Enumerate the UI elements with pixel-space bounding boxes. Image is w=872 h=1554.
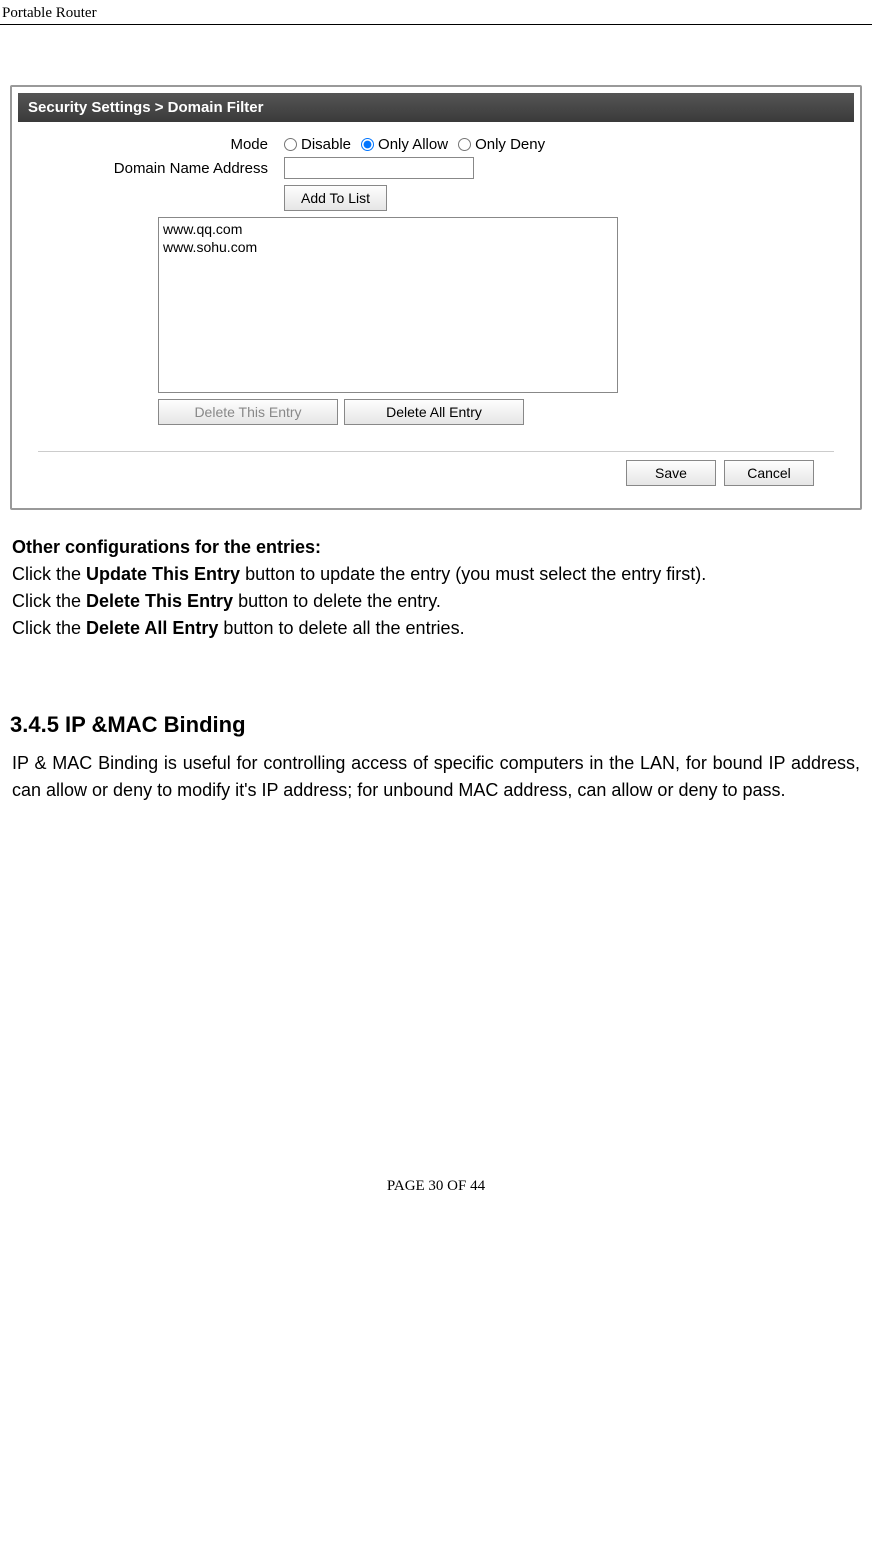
- divider: [38, 451, 834, 452]
- mode-only-deny-label: Only Deny: [475, 136, 545, 153]
- mode-only-allow-label: Only Allow: [378, 136, 448, 153]
- panel-title: Security Settings > Domain Filter: [18, 93, 854, 122]
- list-item[interactable]: www.qq.com: [163, 220, 613, 238]
- delete-this-entry-button[interactable]: Delete This Entry: [158, 399, 338, 425]
- mode-only-allow-option[interactable]: Only Allow: [361, 136, 448, 153]
- page-number: PAGE 30 OF 44: [0, 1164, 872, 1209]
- save-button[interactable]: Save: [626, 460, 716, 486]
- mode-only-deny-radio[interactable]: [458, 138, 471, 151]
- domain-label: Domain Name Address: [28, 160, 284, 177]
- cancel-button[interactable]: Cancel: [724, 460, 814, 486]
- instruction-line: Click the Delete This Entry button to de…: [12, 588, 860, 615]
- mode-disable-radio[interactable]: [284, 138, 297, 151]
- instruction-line: Click the Delete All Entry button to del…: [12, 615, 860, 642]
- instruction-line: Click the Update This Entry button to up…: [12, 561, 860, 588]
- add-to-list-button[interactable]: Add To List: [284, 185, 387, 211]
- mode-only-allow-radio[interactable]: [361, 138, 374, 151]
- mode-disable-option[interactable]: Disable: [284, 136, 351, 153]
- list-item[interactable]: www.sohu.com: [163, 238, 613, 256]
- mode-only-deny-option[interactable]: Only Deny: [458, 136, 545, 153]
- doc-title: Portable Router: [2, 5, 97, 21]
- domain-input[interactable]: [284, 157, 474, 179]
- instructions-heading: Other configurations for the entries:: [12, 534, 860, 561]
- delete-all-entry-button[interactable]: Delete All Entry: [344, 399, 524, 425]
- mode-label: Mode: [28, 136, 284, 153]
- section-heading: 3.4.5 IP &MAC Binding: [10, 712, 862, 738]
- domain-listbox[interactable]: www.qq.com www.sohu.com: [158, 217, 618, 393]
- section-paragraph: IP & MAC Binding is useful for controlli…: [10, 750, 862, 804]
- settings-panel: Security Settings > Domain Filter Mode D…: [10, 85, 862, 510]
- mode-disable-label: Disable: [301, 136, 351, 153]
